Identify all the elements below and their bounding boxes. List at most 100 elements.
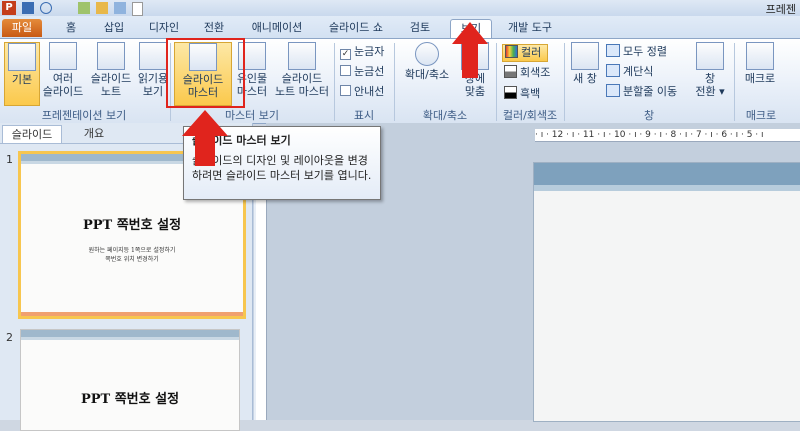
tab-review[interactable]: 검토 [402, 19, 438, 37]
zoom-label: 확대/축소 [404, 68, 450, 81]
checkbox-icon [340, 85, 351, 96]
group-label-color: 컬러/회색조 [502, 109, 558, 122]
document-icon[interactable] [132, 2, 143, 16]
notes-page-button[interactable]: 슬라이드 노트 [88, 42, 134, 104]
cascade-button[interactable]: 계단식 [606, 64, 653, 80]
tab-transitions[interactable]: 전환 [196, 19, 232, 37]
thumbnail-title: PPT 쪽번호 설정 [82, 218, 182, 233]
move-split-icon [606, 84, 620, 97]
undo-icon[interactable] [40, 2, 52, 14]
guides-label: 안내선 [354, 85, 385, 98]
zoom-button[interactable]: 확대/축소 [398, 42, 456, 104]
slide-sorter-label-1: 여러 [52, 72, 74, 85]
new-window-button[interactable]: 새 창 [568, 42, 602, 104]
gridlines-checkbox[interactable]: 눈금선 [340, 65, 384, 79]
open-icon[interactable] [96, 2, 108, 14]
switch-windows-label-2: 전환 ▾ [695, 85, 725, 98]
print-icon[interactable] [114, 2, 126, 14]
new-window-icon [571, 42, 599, 70]
color-swatch-icon [505, 45, 518, 58]
group-separator [564, 43, 565, 121]
tab-design[interactable]: 디자인 [142, 19, 186, 37]
arrange-all-button[interactable]: 모두 정렬 [606, 44, 667, 60]
switch-windows-button[interactable]: 창 전환 ▾ [690, 42, 730, 104]
tab-slides[interactable]: 슬라이드 [2, 125, 62, 143]
switch-windows-label-1: 창 [704, 72, 716, 85]
group-label-zoom: 확대/축소 [422, 109, 468, 122]
notes-master-icon [288, 42, 316, 70]
tab-home[interactable]: 홈 [56, 19, 86, 37]
notes-master-label-1: 슬라이드 [281, 72, 323, 85]
group-separator [496, 43, 497, 121]
macros-icon [746, 42, 774, 70]
color-button[interactable]: 컬러 [502, 44, 549, 62]
save-icon[interactable] [22, 2, 34, 14]
notes-page-label-1: 슬라이드 [90, 72, 132, 85]
ribbon: 기본 여러 슬라이드 슬라이드 노트 읽기용 보기 프레젠테이션 보기 슬라이드… [0, 38, 800, 124]
cascade-icon [606, 64, 620, 77]
move-split-label: 분할줄 이동 [623, 85, 678, 98]
ribbon-tabs: 파일 홈 삽입 디자인 전환 애니메이션 슬라이드 쇼 검토 보기 개발 도구 [0, 16, 800, 39]
ruler-checkbox[interactable]: ✓ 눈금자 [340, 45, 384, 60]
notes-page-icon [97, 42, 125, 70]
slide-thumbnail-2[interactable]: PPT 쪽번호 설정 [20, 329, 240, 431]
tab-file[interactable]: 파일 [2, 19, 42, 37]
arrange-all-icon [606, 44, 620, 57]
tab-outline[interactable]: 개요 [64, 125, 124, 142]
thumbnail-subtitle-2: 쪽번호 위치 변경하기 [105, 256, 159, 263]
slide-number: 1 [6, 153, 13, 166]
title-bar: P 프레젠 [0, 0, 800, 16]
powerpoint-icon[interactable]: P [2, 1, 16, 15]
gridlines-label: 눈금선 [354, 65, 385, 78]
group-separator [334, 43, 335, 121]
new-icon[interactable] [78, 2, 90, 14]
checkbox-checked-icon: ✓ [340, 49, 351, 60]
group-label-show: 표시 [353, 109, 375, 122]
reading-view-icon [139, 42, 167, 70]
grayscale-button[interactable]: 회색조 [504, 65, 550, 81]
slide-sorter-button[interactable]: 여러 슬라이드 [42, 42, 84, 104]
arrange-all-label: 모두 정렬 [623, 45, 667, 58]
thumbnail-footer-bar [21, 312, 243, 316]
slide-sorter-label-2: 슬라이드 [42, 85, 84, 98]
group-label-presentation-views: 프레젠테이션 보기 [41, 109, 127, 122]
macros-label: 매크로 [744, 72, 776, 85]
checkbox-icon [340, 65, 351, 76]
group-label-macros: 매크로 [745, 109, 777, 122]
black-white-label: 흑백 [520, 87, 541, 100]
group-separator [394, 43, 395, 121]
move-split-button[interactable]: 분할줄 이동 [606, 84, 677, 100]
group-separator [734, 43, 735, 121]
magnifier-icon [415, 42, 439, 66]
reading-view-label-1: 읽기용 [137, 72, 169, 85]
thumbnail-subtitle-1: 원하는 페이지등 1쪽으로 설정하기 [88, 247, 176, 254]
highlight-box [166, 38, 245, 108]
new-window-label: 새 창 [573, 72, 597, 85]
thumbnail-title: PPT 쪽번호 설정 [80, 392, 180, 407]
tab-slideshow[interactable]: 슬라이드 쇼 [322, 19, 390, 37]
slide-sorter-icon [49, 42, 77, 70]
fit-label-2: 맞춤 [464, 85, 486, 98]
reading-view-label-2: 보기 [142, 85, 164, 98]
reading-view-button[interactable]: 읽기용 보기 [136, 42, 170, 104]
black-white-swatch-icon [504, 86, 517, 99]
switch-windows-icon [696, 42, 724, 70]
tab-insert[interactable]: 삽입 [96, 19, 132, 37]
tab-animations[interactable]: 애니메이션 [242, 19, 312, 37]
guides-checkbox[interactable]: 안내선 [340, 85, 384, 99]
window-title: 프레젠 [765, 3, 796, 16]
macros-button[interactable]: 매크로 [738, 42, 782, 104]
black-white-button[interactable]: 흑백 [504, 86, 540, 102]
notes-master-button[interactable]: 슬라이드 노트 마스터 [272, 42, 332, 104]
grayscale-swatch-icon [504, 65, 517, 78]
color-label: 컬러 [521, 46, 542, 59]
slide-header-bar [534, 163, 800, 185]
cascade-label: 계단식 [623, 65, 654, 78]
tab-developer[interactable]: 개발 도구 [500, 19, 560, 37]
red-arrow-up-icon [452, 22, 488, 78]
red-arrow-up-icon [182, 110, 228, 166]
notes-page-label-2: 노트 [100, 85, 122, 98]
normal-view-icon [8, 43, 36, 71]
normal-view-button[interactable]: 기본 [4, 42, 40, 106]
slide-canvas[interactable] [533, 162, 800, 422]
